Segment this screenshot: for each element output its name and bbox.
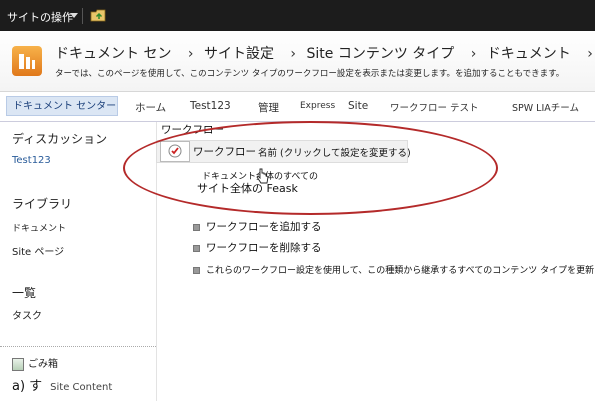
site-content-prefix: a) す [12, 379, 43, 394]
remove-workflow-link[interactable]: ワークフローを削除する [193, 240, 322, 255]
bullet-icon [193, 244, 200, 252]
libraries-heading[interactable]: ライブラリ [12, 195, 72, 212]
nav-item-site[interactable]: Site [348, 100, 368, 112]
site-content-label: Site Content [50, 382, 113, 393]
bullet-icon [193, 267, 200, 274]
chevron-right-icon: › [290, 46, 297, 62]
remove-workflow-label: ワークフローを削除する [206, 242, 322, 254]
bullet-icon [193, 223, 200, 231]
chevron-down-icon[interactable] [70, 13, 78, 18]
folder-up-icon[interactable] [90, 9, 106, 22]
add-workflow-label: ワークフローを追加する [206, 221, 322, 233]
recycle-bin-icon [12, 357, 24, 371]
list-item-tasks[interactable]: タスク [12, 307, 42, 322]
nav-item-spw-team[interactable]: SPW LIAチーム [512, 100, 579, 114]
divider [0, 346, 156, 348]
lists-heading[interactable]: 一覧 [12, 284, 36, 301]
library-item-documents[interactable]: ドキュメント [12, 221, 66, 234]
site-logo-icon [12, 46, 42, 76]
breadcrumb-item[interactable]: ドキュメント セン [55, 46, 171, 62]
divider [82, 8, 83, 24]
discussion-item-test123[interactable]: Test123 [12, 155, 51, 166]
chevron-right-icon: › [187, 46, 194, 62]
top-bar: サイトの操作 [0, 0, 595, 31]
add-workflow-link[interactable]: ワークフローを追加する [193, 219, 322, 234]
update-workflows-link[interactable]: これらのワークフロー設定を使用して、この種類から継承するすべてのコンテンツ タイ… [193, 263, 595, 276]
discussions-heading[interactable]: ディスカッション [12, 130, 107, 147]
recycle-bin-link[interactable]: ごみ箱 [12, 355, 58, 371]
site-content-link[interactable]: a) す Site Content [12, 375, 112, 394]
top-nav: ドキュメント センター ホーム Test123 管理 Express Site … [0, 92, 595, 122]
chevron-right-icon: › [470, 46, 477, 62]
chevron-right-icon: › [587, 46, 593, 62]
nav-item-express[interactable]: Express [300, 101, 335, 111]
nav-item-document-center[interactable]: ドキュメント センター [6, 96, 118, 116]
page-header: ドキュメント セン › サイト設定 › Site コンテンツ タイプ › ドキュ… [0, 31, 595, 92]
page-description: ターでは、このページを使用して、このコンテンツ タイプのワークフロー設定を表示ま… [55, 69, 565, 79]
breadcrumb-item[interactable]: サイト設定 [204, 46, 274, 62]
nav-item-admin[interactable]: 管理 [258, 100, 279, 115]
highlight-annotation [123, 121, 498, 215]
update-workflows-label: これらのワークフロー設定を使用して、この種類から継承するすべてのコンテンツ タイ… [206, 266, 595, 276]
breadcrumb-item[interactable]: ドキュメント [487, 46, 571, 62]
breadcrumb: ドキュメント セン › サイト設定 › Site コンテンツ タイプ › ドキュ… [55, 43, 595, 63]
library-item-site-pages[interactable]: Site ページ [12, 243, 64, 258]
nav-item-test123[interactable]: Test123 [190, 100, 231, 112]
nav-item-home[interactable]: ホーム [135, 100, 166, 115]
breadcrumb-item[interactable]: Site コンテンツ タイプ [306, 46, 454, 62]
recycle-bin-label: ごみ箱 [28, 359, 58, 370]
nav-item-workflow-test[interactable]: ワークフロー テスト [390, 100, 479, 114]
site-actions-menu[interactable]: サイトの操作 [7, 9, 73, 25]
